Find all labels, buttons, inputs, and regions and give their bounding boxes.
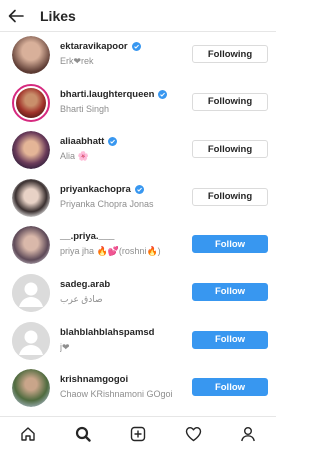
tab-profile[interactable] xyxy=(233,419,263,449)
avatar[interactable] xyxy=(12,178,50,217)
username[interactable]: blahblahblahspamsd xyxy=(60,327,155,338)
following-button[interactable]: Following xyxy=(192,92,268,111)
avatar[interactable] xyxy=(12,369,50,408)
follow-button[interactable]: Follow xyxy=(192,330,268,349)
list-item[interactable]: priyankachopra Priyanka Chopra Jonas Fol… xyxy=(0,175,276,223)
username[interactable]: bharti.laughterqueen xyxy=(60,89,154,100)
avatar[interactable] xyxy=(12,83,50,122)
full-name: صادق عرب xyxy=(60,293,103,304)
following-button[interactable]: Following xyxy=(192,140,268,159)
following-button[interactable]: Following xyxy=(192,187,268,206)
list-item[interactable]: ektaravikapoor Erk❤rek Following xyxy=(0,32,276,80)
bottom-tab-bar xyxy=(0,416,276,450)
top-bar: Likes xyxy=(0,0,276,32)
tab-new-post[interactable] xyxy=(123,419,153,449)
full-name: Alia 🌸 xyxy=(60,151,89,162)
full-name: Erk❤rek xyxy=(60,56,94,66)
follow-button[interactable]: Follow xyxy=(192,235,268,254)
username[interactable]: sadeg.arab xyxy=(60,279,110,290)
page-title: Likes xyxy=(40,7,76,24)
verified-badge-icon xyxy=(108,137,118,147)
back-button[interactable] xyxy=(2,0,30,32)
home-icon xyxy=(20,426,35,441)
verified-badge-icon xyxy=(158,89,168,99)
tab-home[interactable] xyxy=(13,419,43,449)
verified-badge-icon xyxy=(134,184,144,194)
username[interactable]: priyankachopra xyxy=(60,184,131,195)
full-name: Chaow KRishnamoni GOgoi xyxy=(60,389,173,400)
full-name: j❤ xyxy=(60,341,70,352)
username[interactable]: krishnamgogoi xyxy=(60,374,128,385)
list-item[interactable]: bharti.laughterqueen Bharti Singh Follow… xyxy=(0,80,276,128)
avatar[interactable] xyxy=(12,131,50,170)
list-item[interactable]: aliaabhatt Alia 🌸 Following xyxy=(0,127,276,175)
username[interactable]: ektaravikapoor xyxy=(60,41,128,52)
full-name: Priyanka Chopra Jonas xyxy=(60,198,154,209)
follow-button[interactable]: Follow xyxy=(192,282,268,301)
full-name: priya jha 🔥💕(roshni🔥) xyxy=(60,246,161,257)
list-item[interactable]: krishnamgogoi Chaow KRishnamoni GOgoi Fo… xyxy=(0,365,276,413)
new-post-icon xyxy=(130,426,146,441)
username[interactable]: __.priya.___ xyxy=(60,231,114,242)
search-icon xyxy=(75,426,91,442)
default-avatar-icon xyxy=(12,273,50,312)
avatar[interactable] xyxy=(12,36,50,74)
avatar[interactable] xyxy=(12,321,50,360)
profile-icon xyxy=(241,426,256,441)
likes-list: ektaravikapoor Erk❤rek Following bharti.… xyxy=(0,32,276,413)
username[interactable]: aliaabhatt xyxy=(60,136,104,147)
tab-activity[interactable] xyxy=(178,419,208,449)
list-item[interactable]: blahblahblahspamsd j❤ Follow xyxy=(0,318,276,366)
following-button[interactable]: Following xyxy=(192,45,268,63)
default-avatar-icon xyxy=(12,321,50,360)
verified-badge-icon xyxy=(131,42,141,51)
avatar[interactable] xyxy=(12,226,50,265)
follow-button[interactable]: Follow xyxy=(192,378,268,397)
full-name: Bharti Singh xyxy=(60,103,110,114)
activity-heart-icon xyxy=(185,426,201,441)
tab-search[interactable] xyxy=(68,419,98,449)
avatar[interactable] xyxy=(12,273,50,312)
list-item[interactable]: __.priya.___ priya jha 🔥💕(roshni🔥) Follo… xyxy=(0,222,276,270)
back-arrow-icon xyxy=(8,9,24,22)
list-item[interactable]: sadeg.arab صادق عرب Follow xyxy=(0,270,276,318)
